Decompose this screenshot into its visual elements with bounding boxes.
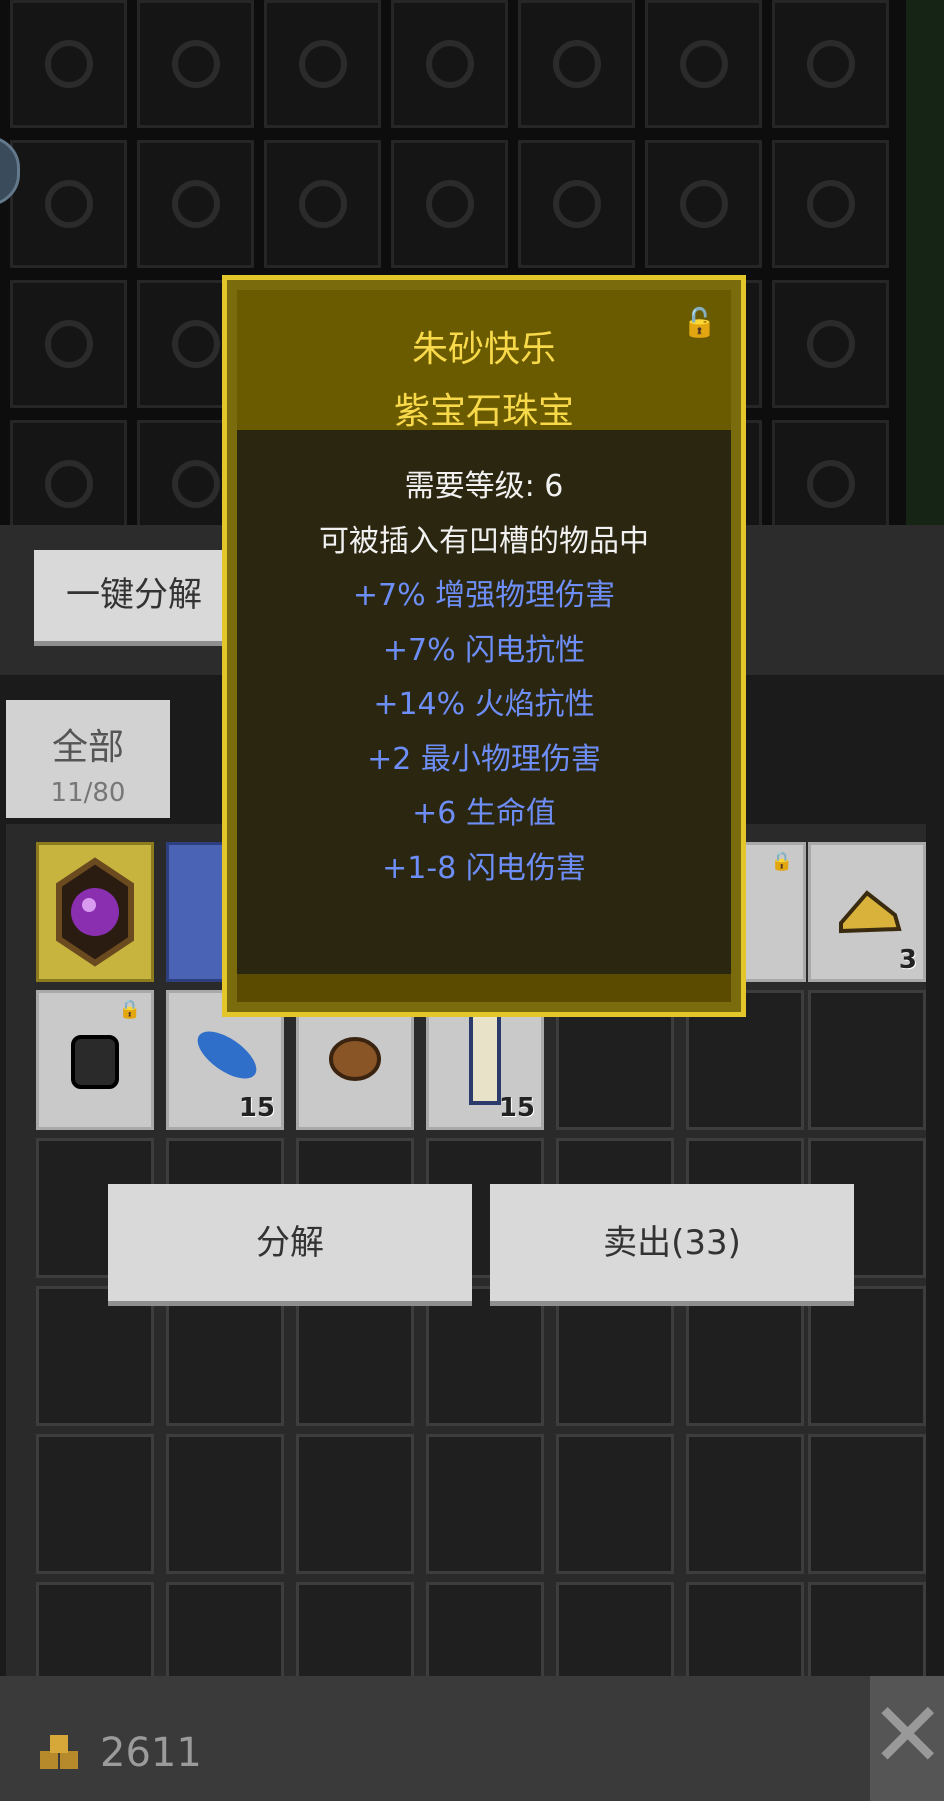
ring-icon <box>806 40 855 88</box>
ring-icon <box>425 40 474 88</box>
ring-icon <box>44 40 93 88</box>
item-count: 15 <box>498 1093 535 1123</box>
equipment-slot[interactable] <box>645 0 762 128</box>
item-count: 15 <box>238 1093 275 1123</box>
close-icon[interactable]: ✕ <box>870 1676 944 1801</box>
inventory-slot-empty[interactable] <box>808 1286 926 1426</box>
lock-icon: 🔒 <box>770 851 793 872</box>
inventory-slot-empty[interactable] <box>426 1434 544 1574</box>
stat-line: +2 最小物理伤害 <box>367 741 601 777</box>
tooltip-header: 朱砂快乐 紫宝石珠宝 🔓 <box>237 290 731 432</box>
ring-icon <box>806 320 855 368</box>
inventory-slot-empty[interactable] <box>166 1286 284 1426</box>
ring-icon <box>298 180 347 228</box>
inventory-slot-empty[interactable] <box>556 1286 674 1426</box>
ring-icon <box>806 460 855 508</box>
gold-coin-icon <box>40 1735 78 1769</box>
ring-icon <box>679 180 728 228</box>
map-edge <box>906 0 944 525</box>
item-name: 朱砂快乐 <box>411 329 556 370</box>
inventory-slot-empty[interactable] <box>296 1434 414 1574</box>
equipment-slot[interactable] <box>10 140 127 268</box>
ring-icon <box>171 320 220 368</box>
tab-all[interactable]: 全部 11/80 <box>6 700 170 818</box>
equipment-slot[interactable] <box>518 140 635 268</box>
tooltip-lines: 需要等级: 6 可被插入有凹槽的物品中 +7% 增强物理伤害 +7% 闪电抗性 … <box>227 460 741 896</box>
inventory-slot-empty[interactable] <box>36 1286 154 1426</box>
equipment-slot[interactable] <box>518 0 635 128</box>
ring-icon <box>44 320 93 368</box>
stat-line: +7% 增强物理伤害 <box>352 578 616 613</box>
inventory-slot-empty[interactable] <box>556 1434 674 1574</box>
equipment-slot[interactable] <box>10 280 127 408</box>
equipment-slot[interactable] <box>772 420 889 525</box>
inventory-slot-empty[interactable] <box>808 1434 926 1574</box>
inventory-slot-dark-stone[interactable]: 🔒 <box>36 990 154 1130</box>
stat-line: +14% 火焰抗性 <box>373 687 595 722</box>
inventory-slot-empty[interactable] <box>808 990 926 1130</box>
inventory-slot-empty[interactable] <box>426 1286 544 1426</box>
tab-all-label: 全部 <box>51 727 124 768</box>
stat-line: +1-8 闪电伤害 <box>382 850 586 886</box>
ring-icon <box>679 40 728 88</box>
equipment-slot[interactable] <box>264 0 381 128</box>
item-tooltip: 朱砂快乐 紫宝石珠宝 🔓 需要等级: 6 可被插入有凹槽的物品中 +7% 增强物… <box>222 275 746 1017</box>
equipment-slot[interactable] <box>391 140 508 268</box>
inventory-slot-empty[interactable] <box>166 1434 284 1574</box>
equipment-slot[interactable] <box>137 0 254 128</box>
equipment-slot[interactable] <box>264 140 381 268</box>
tab-all-count: 11/80 <box>50 778 126 808</box>
one-click-dismantle-button[interactable]: 一键分解 <box>34 550 234 646</box>
equipment-slot[interactable] <box>772 140 889 268</box>
amethyst-jewel-icon <box>56 857 134 967</box>
ring-icon <box>425 180 474 228</box>
ring-icon <box>171 40 220 88</box>
inventory-slot-empty[interactable] <box>686 1434 804 1574</box>
unlock-icon[interactable]: 🔓 <box>682 306 717 339</box>
stat-line: +6 生命值 <box>412 796 556 831</box>
lock-icon: 🔒 <box>118 999 141 1020</box>
inventory-slot-empty[interactable] <box>296 1286 414 1426</box>
inventory-slot-empty[interactable] <box>36 1434 154 1574</box>
ring-icon <box>171 180 220 228</box>
equipment-slot[interactable] <box>645 140 762 268</box>
inventory-slot-amethyst-jewel[interactable] <box>36 842 154 982</box>
required-level: 需要等级: 6 <box>404 469 564 504</box>
ring-icon <box>552 40 601 88</box>
inventory-slot-cheese[interactable]: 3 <box>808 842 926 982</box>
ring-icon <box>552 180 601 228</box>
equipment-slot[interactable] <box>10 0 127 128</box>
equipment-slot[interactable] <box>10 420 127 525</box>
item-count: 3 <box>898 945 917 975</box>
equipment-slot[interactable] <box>772 0 889 128</box>
equipment-slot[interactable] <box>772 280 889 408</box>
sell-button[interactable]: 卖出(33) <box>490 1184 854 1306</box>
equipment-slot[interactable] <box>391 0 508 128</box>
ring-icon <box>44 180 93 228</box>
ring-icon <box>171 460 220 508</box>
equipment-slot[interactable] <box>137 140 254 268</box>
ring-icon <box>298 40 347 88</box>
stat-line: +7% 闪电抗性 <box>382 632 586 668</box>
ring-icon <box>806 180 855 228</box>
tooltip-footer <box>237 974 731 1002</box>
socket-text: 可被插入有凹槽的物品中 <box>319 523 649 559</box>
dismantle-button[interactable]: 分解 <box>108 1184 472 1306</box>
item-type: 紫宝石珠宝 <box>393 391 574 432</box>
inventory-slot-empty[interactable] <box>686 1286 804 1426</box>
ring-icon <box>44 460 93 508</box>
gold-amount: 2611 <box>100 1730 202 1776</box>
